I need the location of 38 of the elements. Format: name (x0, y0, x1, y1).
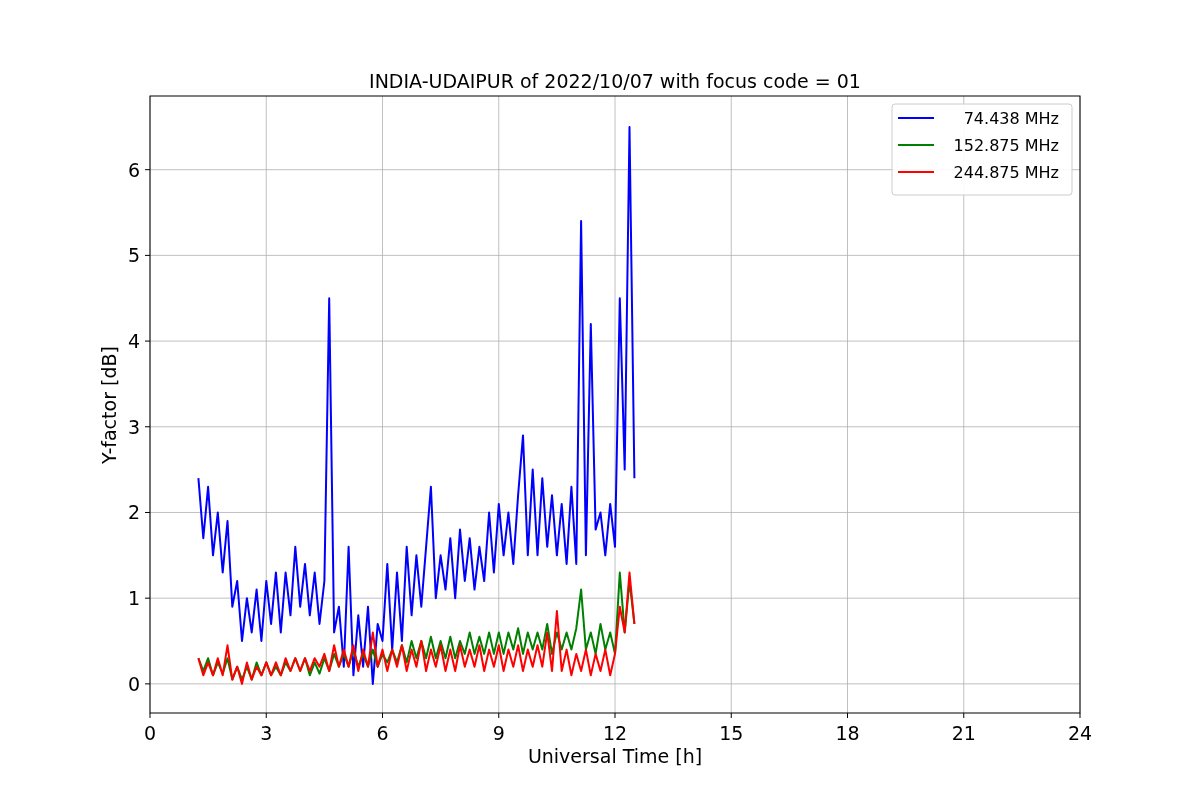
tick-label: 18 (835, 722, 860, 744)
tick-label: 0 (143, 722, 157, 744)
tick-label: 3 (260, 722, 273, 744)
tick-label: 6 (127, 158, 140, 181)
tick-label: 1 (127, 587, 140, 610)
tick-mark (144, 340, 151, 342)
tick-mark (265, 712, 267, 719)
tick-mark (382, 712, 383, 719)
chart-title: INDIA-UDAIPUR of 2022/10/07 with focus code = 01 (369, 70, 861, 92)
tick-mark (847, 712, 848, 719)
tick-label: 3 (127, 415, 140, 438)
tick-label: 24 (1067, 722, 1093, 744)
tick-label: 21 (951, 722, 976, 744)
legend-label: 74.438 MHz (963, 109, 1059, 128)
tick-mark (730, 712, 732, 719)
tick-mark (498, 712, 500, 719)
tick-mark (963, 712, 965, 719)
tick-mark (144, 597, 151, 599)
tick-mark (144, 169, 151, 171)
tick-label: 2 (127, 501, 140, 524)
tick-label: 15 (719, 722, 744, 744)
tick-mark (1079, 712, 1081, 719)
tick-label: 12 (602, 722, 628, 744)
legend-label: 244.875 MHz (953, 163, 1059, 182)
y-axis-label: Y-factor [dB] (98, 346, 120, 464)
x-axis-label: Universal Time [h] (527, 745, 703, 767)
tick-mark (144, 254, 151, 256)
tick-label: 0 (127, 672, 140, 695)
tick-label: 5 (127, 244, 140, 267)
tick-label: 9 (492, 722, 505, 744)
tick-label: 4 (127, 330, 140, 353)
tick-label: 6 (376, 722, 389, 744)
tick-mark (144, 426, 151, 428)
tick-mark (144, 511, 151, 513)
tick-mark (149, 712, 151, 719)
tick-mark (144, 683, 151, 685)
legend-label: 152.875 MHz (953, 136, 1059, 155)
tick-mark (614, 712, 616, 719)
